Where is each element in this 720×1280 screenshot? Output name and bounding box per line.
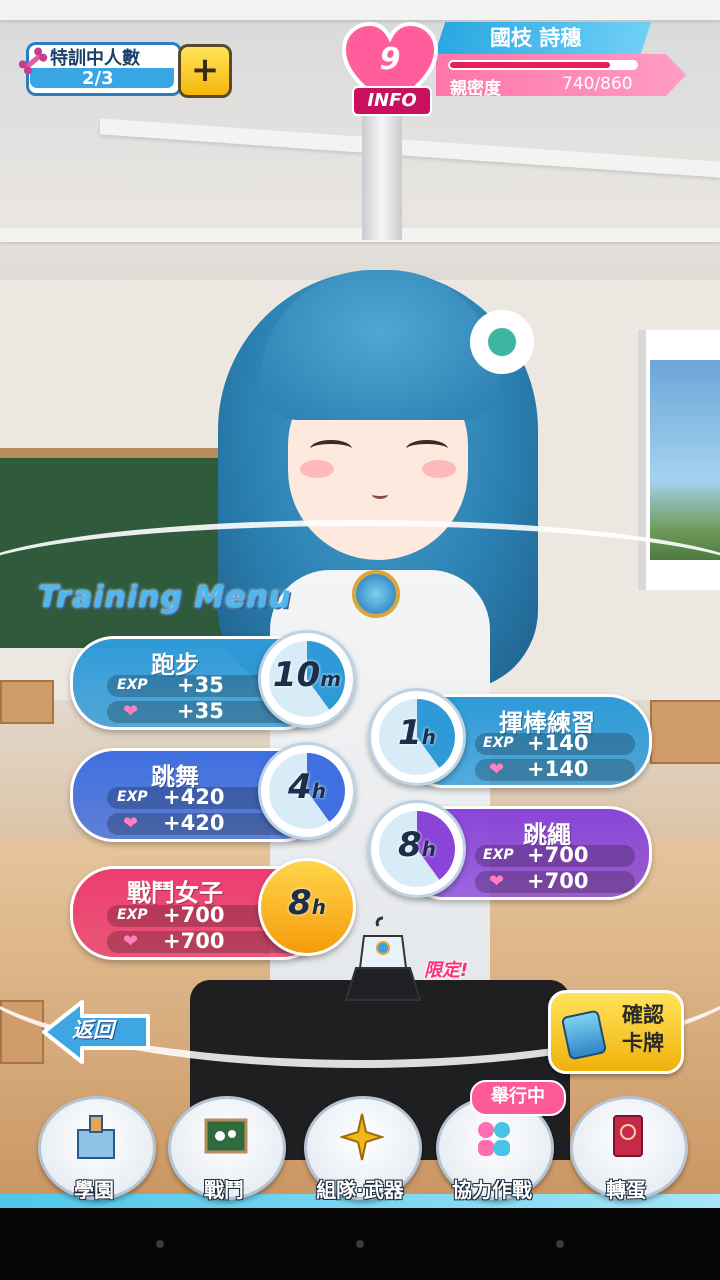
ceiling [0,0,720,20]
training-count-value: 2/3 [82,68,114,89]
nav-label: 協力作戰 [452,1178,532,1202]
nav-label: 組隊·武器 [316,1178,404,1202]
desk [0,680,54,724]
timer-label: 10m [272,655,342,695]
affinity-label: 親密度 [450,79,501,99]
hair-flower-icon [470,310,534,374]
dumbbell-icon [18,47,48,75]
eye-right [406,440,448,458]
exp-tag: EXP [117,789,148,805]
ceiling-beam [100,118,720,178]
affinity-fill [450,62,610,68]
timer-1h: 1h [368,688,466,786]
system-home-dot[interactable] [356,1240,364,1248]
heart-small-icon: ❤ [123,701,139,722]
menu-swoosh-top [0,520,720,636]
system-back-dot[interactable] [156,1240,164,1248]
event-in-progress-badge: 舉行中 [470,1080,566,1116]
confirm-card-label: 確認 卡牌 [622,1003,664,1055]
school-icon [77,1115,115,1159]
affinity-gain-value: +700 [527,869,589,893]
timer-10m: 10m [258,630,356,728]
add-training-slot-button[interactable]: + [178,44,232,98]
affinity-gain-value: +420 [163,811,225,835]
eye-left [310,440,352,458]
bottom-navigation: 學園 戰鬥 組隊·武器 協力作戰 轉蛋 [0,1090,720,1208]
gacha-card-icon [613,1115,643,1157]
exp-tag: EXP [483,847,514,863]
system-recent-dot[interactable] [556,1240,564,1248]
mouth [372,490,388,499]
timer-8h: 8h [368,800,466,898]
exp-tag: EXP [117,907,148,923]
affinity-level: 9 [379,42,401,77]
timer-label: 4h [288,767,326,807]
affinity-gain-value: +35 [177,699,224,723]
limited-label: 限定! [424,960,469,981]
exp-tag: EXP [483,735,514,751]
blush-left [300,460,334,478]
coop-icon [478,1122,510,1156]
compass-star-icon [340,1113,384,1161]
character-info-panel[interactable]: 國枝 詩穗 親密度 740/860 9 INFO [340,20,700,116]
menu-title: Training Menu [38,580,292,615]
exp-value: +420 [163,785,225,809]
exp-tag: EXP [117,677,148,693]
blush-right [422,460,456,478]
nav-battle[interactable]: 戰鬥 [164,1090,286,1202]
exp-value: +700 [163,903,225,927]
exp-value: +140 [527,731,589,755]
nav-label: 轉蛋 [606,1178,646,1202]
info-button[interactable]: INFO [352,86,432,116]
affinity-gain-value: +140 [527,757,589,781]
heart-small-icon: ❤ [489,759,505,780]
timer-label: 8h [398,825,436,865]
heart-small-icon: ❤ [489,871,505,892]
nav-label: 學園 [74,1178,114,1202]
affinity-gain-value: +700 [163,929,225,953]
exp-value: +35 [177,673,224,697]
battle-board-icon [204,1118,248,1154]
training-count-label: 特訓中人數 [50,48,140,69]
ceiling-beam [0,228,720,242]
nav-label: 戰鬥 [204,1178,244,1202]
character-name: 國枝 詩穗 [490,26,582,50]
affinity-value: 740/860 [562,74,633,94]
window-view [650,360,720,560]
limited-costume-icon[interactable] [340,912,426,1006]
heart-small-icon: ❤ [123,813,139,834]
timer-4h: 4h [258,742,356,840]
nav-team-weapon[interactable]: 組隊·武器 [300,1090,422,1202]
timer-label: 1h [398,713,436,753]
desk [650,700,720,764]
nav-gacha[interactable]: 轉蛋 [566,1090,688,1202]
back-button-label[interactable]: 返回 [72,1014,114,1044]
card-icon [560,1009,608,1061]
heart-small-icon: ❤ [123,931,139,952]
nav-school[interactable]: 學園 [34,1090,156,1202]
confirm-card-button[interactable]: 確認 卡牌 [548,990,684,1074]
training-count-panel: 特訓中人數 2/3 + [18,42,232,98]
exp-value: +700 [527,843,589,867]
